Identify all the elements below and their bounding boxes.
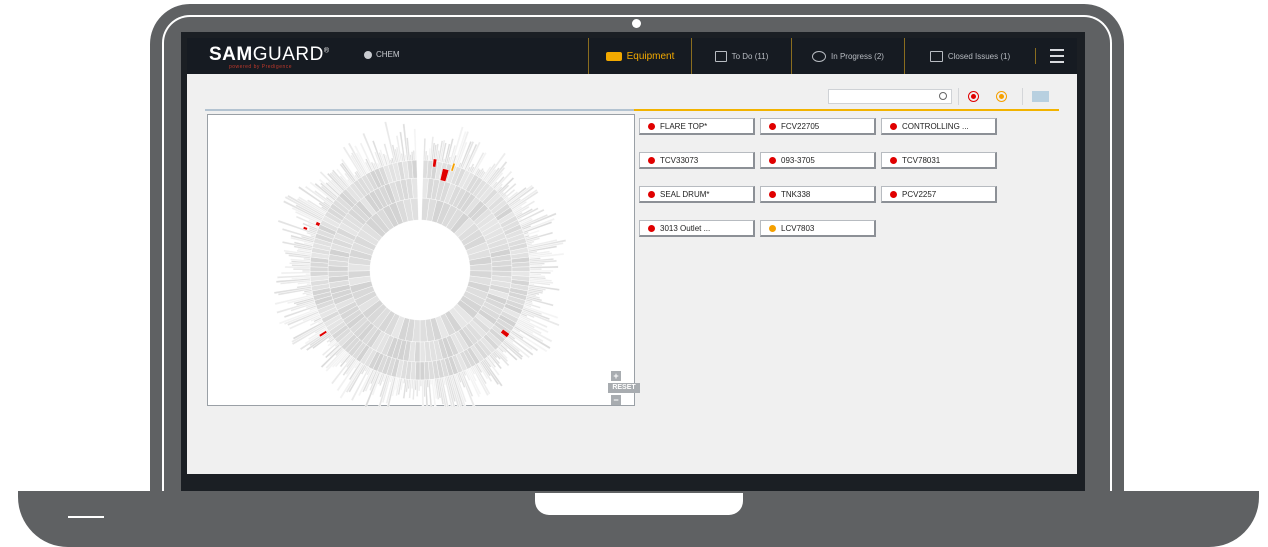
equipment-tag[interactable]: SEAL DRUM*	[639, 186, 755, 203]
equipment-tag-label: LCV7803	[781, 223, 815, 233]
equipment-tag-label: FCV22705	[781, 121, 820, 131]
equipment-tag-label: 093-3705	[781, 155, 815, 165]
equipment-tag[interactable]: 093-3705	[760, 152, 876, 169]
status-dot-icon	[769, 190, 776, 198]
status-dot-icon	[890, 122, 897, 130]
laptop-notch	[535, 493, 743, 515]
samguard-logo: SAMGUARD® powered by Predigence	[209, 44, 330, 70]
equipment-tag[interactable]: CONTROLLING ...	[881, 118, 997, 135]
zoom-in-button[interactable]: +	[611, 371, 621, 381]
sunburst-chart[interactable]	[208, 115, 636, 416]
sunburst-leaf-segment[interactable]	[302, 269, 311, 272]
equipment-tag-label: CONTROLLING ...	[902, 121, 969, 131]
tab-closed-issues-label: Closed Issues (1)	[947, 51, 1011, 61]
sunburst-segment[interactable]	[419, 341, 426, 363]
search-input[interactable]	[828, 89, 952, 104]
laptop-base-mark	[68, 516, 104, 518]
status-dot-icon	[769, 122, 776, 130]
equipment-tag-label: 3013 Outlet ...	[660, 223, 711, 233]
logo-guard-text: GUARD	[252, 44, 324, 65]
status-dot-icon	[648, 156, 655, 164]
equipment-tag-label: PCV2257	[902, 189, 937, 199]
laptop-mockup: SAMGUARD® powered by Predigence CHEM Equ…	[0, 0, 1268, 547]
sunburst-segment[interactable]	[511, 266, 531, 272]
top-nav-bar: SAMGUARD® powered by Predigence CHEM Equ…	[187, 38, 1077, 74]
equipment-tag-label: SEAL DRUM*	[660, 189, 710, 199]
tab-todo-label: To Do (11)	[731, 51, 769, 61]
sunburst-segment[interactable]	[309, 266, 329, 272]
toolbar-divider	[1022, 88, 1023, 105]
sunburst-segment[interactable]	[419, 361, 426, 381]
tab-todo[interactable]: To Do (11)	[691, 38, 791, 74]
sunburst-leaf-segment[interactable]	[419, 379, 422, 387]
status-dot-icon	[769, 224, 776, 232]
search-icon	[939, 92, 947, 100]
sunburst-segment[interactable]	[491, 265, 513, 272]
logo-trademark: ®	[323, 47, 330, 55]
tab-equipment[interactable]: Equipment	[588, 38, 691, 74]
equipment-tag[interactable]: LCV7803	[760, 220, 876, 237]
tab-in-progress-label: In Progress (2)	[831, 51, 884, 61]
view-toggle-icon[interactable]	[1032, 91, 1049, 102]
equipment-icon	[605, 51, 622, 61]
status-dot-icon	[769, 156, 776, 164]
menu-icon[interactable]	[1035, 48, 1077, 64]
monitor-icon	[929, 50, 943, 62]
site-selector[interactable]: CHEM	[364, 50, 400, 59]
status-dot-icon	[890, 190, 897, 198]
equipment-tag[interactable]: TCV33073	[639, 152, 755, 169]
equipment-tag-label: TCV33073	[660, 155, 699, 165]
status-dot-icon	[648, 224, 655, 232]
logo-tagline: powered by Predigence	[229, 64, 293, 70]
app-screen: SAMGUARD® powered by Predigence CHEM Equ…	[187, 38, 1077, 474]
sunburst-segment[interactable]	[309, 271, 329, 277]
sunburst-panel: + RESET −	[207, 114, 640, 416]
filter-red-alerts-icon[interactable]	[968, 91, 979, 102]
equipment-tag[interactable]: TCV78031	[881, 152, 997, 169]
equipment-tag[interactable]: FLARE TOP*	[639, 118, 755, 135]
equipment-tag[interactable]: FCV22705	[760, 118, 876, 135]
camera-icon	[632, 19, 641, 28]
tab-equipment-label: Equipment	[626, 50, 675, 62]
active-section-underline	[634, 109, 1059, 111]
equipment-tag[interactable]: PCV2257	[881, 186, 997, 203]
site-icon	[364, 50, 372, 59]
gear-progress-icon	[812, 50, 827, 62]
status-dot-icon	[890, 156, 897, 164]
tab-closed-issues[interactable]: Closed Issues (1)	[904, 38, 1035, 74]
equipment-tag[interactable]: TNK338	[760, 186, 876, 203]
equipment-tag-label: FLARE TOP*	[660, 121, 708, 131]
site-label: CHEM	[376, 50, 400, 59]
equipment-tag-label: TCV78031	[902, 155, 941, 165]
sunburst-leaf-segment[interactable]	[529, 268, 542, 271]
logo-sam-text: SAM	[209, 44, 253, 65]
todo-list-icon	[714, 50, 727, 62]
status-dot-icon	[648, 122, 655, 130]
toolbar-divider	[958, 88, 959, 105]
filter-orange-alerts-icon[interactable]	[996, 91, 1007, 102]
tab-in-progress[interactable]: In Progress (2)	[791, 38, 904, 74]
status-dot-icon	[648, 190, 655, 198]
equipment-tag[interactable]: 3013 Outlet ...	[639, 220, 755, 237]
reset-button[interactable]: RESET	[608, 383, 640, 393]
panel-divider	[205, 109, 634, 111]
equipment-tag-label: TNK338	[781, 189, 811, 199]
zoom-out-button[interactable]: −	[611, 395, 621, 405]
